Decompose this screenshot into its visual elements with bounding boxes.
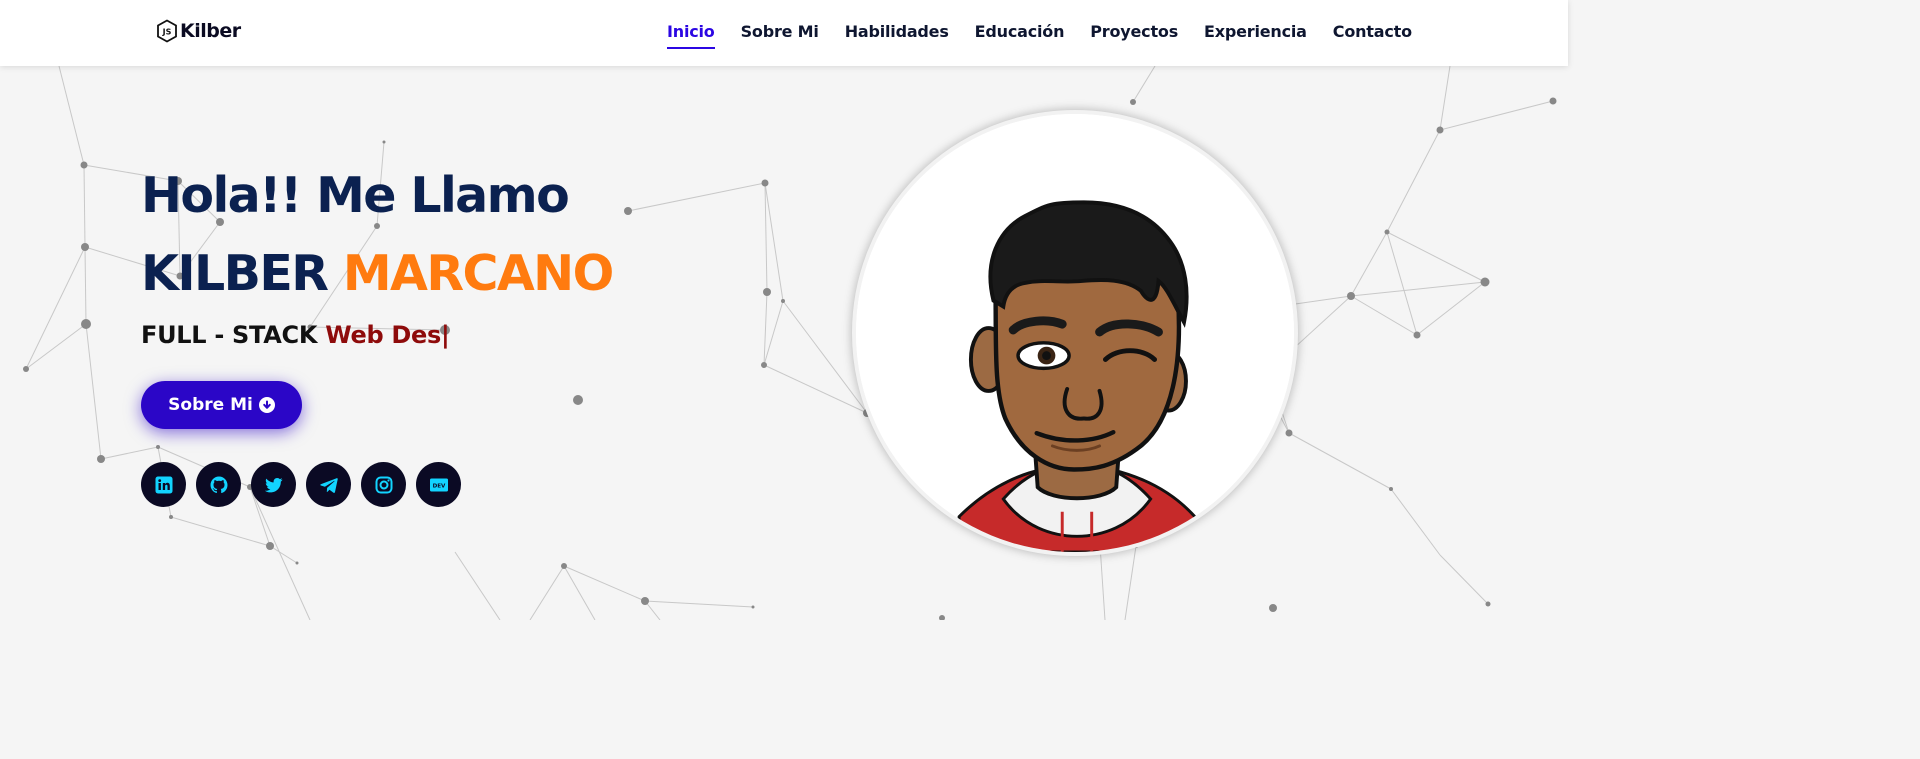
first-name: KILBER bbox=[141, 245, 329, 302]
arrow-down-circle-icon bbox=[258, 397, 275, 413]
svg-text:JS: JS bbox=[162, 28, 172, 37]
last-name: MARCANO bbox=[342, 245, 614, 302]
logo-text: Kilber bbox=[180, 20, 241, 42]
bitmoji-avatar-illustration bbox=[856, 114, 1294, 552]
navbar: JS Kilber Inicio Sobre Mi Habilidades Ed… bbox=[0, 0, 1568, 66]
svg-text:DEV: DEV bbox=[432, 483, 445, 489]
nav-link-proyectos[interactable]: Proyectos bbox=[1090, 22, 1178, 49]
github-icon bbox=[210, 476, 227, 493]
hero-name: KILBER MARCANO bbox=[141, 244, 614, 304]
telegram-icon bbox=[319, 477, 338, 493]
instagram-icon bbox=[375, 476, 392, 493]
nav-link-experiencia[interactable]: Experiencia bbox=[1204, 22, 1307, 49]
twitter-icon bbox=[264, 477, 282, 492]
dev-to-link[interactable]: DEV bbox=[416, 462, 461, 507]
github-link[interactable] bbox=[196, 462, 241, 507]
social-links: DEV bbox=[141, 462, 461, 507]
nav-link-sobre-mi[interactable]: Sobre Mi bbox=[741, 22, 819, 49]
twitter-link[interactable] bbox=[251, 462, 296, 507]
role-prefix: FULL - STACK bbox=[141, 321, 318, 349]
site-logo[interactable]: JS Kilber bbox=[156, 19, 241, 43]
sobre-mi-button-label: Sobre Mi bbox=[168, 395, 253, 415]
hero-greeting: Hola!! Me Llamo bbox=[141, 167, 570, 224]
role-typed-text: Web Des| bbox=[325, 321, 450, 349]
telegram-link[interactable] bbox=[306, 462, 351, 507]
nodejs-hexagon-icon: JS bbox=[157, 19, 177, 43]
linkedin-icon bbox=[155, 476, 172, 493]
avatar-image bbox=[852, 110, 1298, 556]
main-navigation: Inicio Sobre Mi Habilidades Educación Pr… bbox=[667, 22, 1412, 49]
instagram-link[interactable] bbox=[361, 462, 406, 507]
nav-link-educacion[interactable]: Educación bbox=[975, 22, 1065, 49]
linkedin-link[interactable] bbox=[141, 462, 186, 507]
nav-link-inicio[interactable]: Inicio bbox=[667, 22, 715, 49]
nav-link-habilidades[interactable]: Habilidades bbox=[845, 22, 949, 49]
hero-text: Hola!! Me Llamo KILBER MARCANO FULL - ST… bbox=[141, 166, 614, 349]
dev-icon: DEV bbox=[429, 478, 448, 491]
nav-link-contacto[interactable]: Contacto bbox=[1333, 22, 1412, 49]
hero-role: FULL - STACK Web Des| bbox=[141, 321, 613, 349]
sobre-mi-button[interactable]: Sobre Mi bbox=[141, 381, 302, 429]
